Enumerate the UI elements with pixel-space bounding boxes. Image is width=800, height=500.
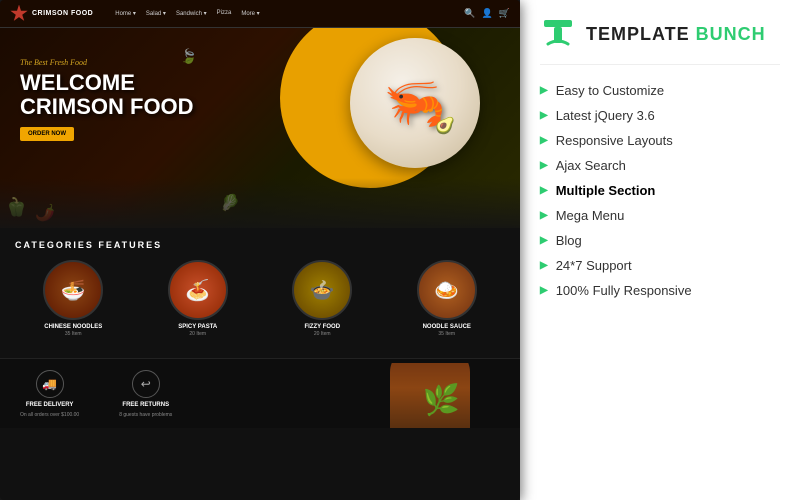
arrow-icon-5: ▶ xyxy=(540,185,548,196)
site-logo-icon xyxy=(10,5,28,23)
feature-item-4: ▶ Ajax Search xyxy=(540,158,780,173)
feature-text-6: Mega Menu xyxy=(556,208,625,223)
feature-text-1: Easy to Customize xyxy=(556,83,664,98)
hero-content: The Best Fresh Food WELCOME CRIMSON FOOD… xyxy=(20,58,194,141)
category-count-1: 35 Item xyxy=(65,331,82,337)
arrow-icon-8: ▶ xyxy=(540,260,548,271)
nav-icons-group: 🔍 👤 🛒 xyxy=(464,8,510,19)
category-food-icon-1: 🍜 xyxy=(45,262,101,318)
category-food-icon-3: 🍲 xyxy=(294,262,350,318)
category-name-3: FIZZY FOOD xyxy=(304,324,340,330)
feature-item-3: ▶ Responsive Layouts xyxy=(540,133,780,148)
site-logo-text: CRIMSON FOOD xyxy=(32,10,93,17)
delivery-desc-1: On all orders over $100.00 xyxy=(20,412,79,418)
category-count-3: 20 Item xyxy=(314,331,331,337)
category-plate-4: 🍛 xyxy=(417,260,477,320)
feature-item-8: ▶ 24*7 Support xyxy=(540,258,780,273)
hand-decoration: 🌿 xyxy=(380,363,480,428)
hero-title: WELCOME CRIMSON FOOD xyxy=(20,71,194,119)
nav-link-pizza[interactable]: Pizza xyxy=(217,10,232,17)
website-preview: CRIMSON FOOD Home ▾ Salad ▾ Sandwich ▾ P… xyxy=(0,0,520,500)
nav-link-home[interactable]: Home ▾ xyxy=(115,10,136,17)
category-food-icon-4: 🍛 xyxy=(419,262,475,318)
arrow-icon-2: ▶ xyxy=(540,110,548,121)
nav-link-sandwich[interactable]: Sandwich ▾ xyxy=(176,10,207,17)
returns-icon: ↩ xyxy=(132,370,160,398)
feature-text-8: 24*7 Support xyxy=(556,258,632,273)
user-icon[interactable]: 👤 xyxy=(482,8,493,19)
categories-grid: 🍜 CHINESE NOODLES 35 Item 🍝 SPICY PASTA … xyxy=(15,260,505,337)
feature-item-5: ▶ Multiple Section xyxy=(540,183,780,198)
nav-link-salad[interactable]: Salad ▾ xyxy=(146,10,166,17)
feature-text-7: Blog xyxy=(556,233,582,248)
feature-text-3: Responsive Layouts xyxy=(556,133,673,148)
arrow-icon-4: ▶ xyxy=(540,160,548,171)
category-name-1: CHINESE NOODLES xyxy=(44,324,102,330)
delivery-truck-icon: 🚚 xyxy=(36,370,64,398)
feature-item-9: ▶ 100% Fully Responsive xyxy=(540,283,780,298)
bottom-strip: 🚚 FREE DELIVERY On all orders over $100.… xyxy=(0,358,520,428)
right-panel: TEMPLATE BUNCH ▶ Easy to Customize ▶ Lat… xyxy=(520,0,800,500)
feature-item-1: ▶ Easy to Customize xyxy=(540,83,780,98)
arrow-icon-7: ▶ xyxy=(540,235,548,246)
category-count-2: 20 Item xyxy=(189,331,206,337)
herb-icon: 🌿 xyxy=(423,383,460,418)
feature-item-2: ▶ Latest jQuery 3.6 xyxy=(540,108,780,123)
hero-food-plate: 🦐 🥑 xyxy=(350,38,490,178)
search-icon[interactable]: 🔍 xyxy=(464,8,475,19)
category-count-4: 35 Item xyxy=(438,331,455,337)
hero-subtitle: The Best Fresh Food xyxy=(20,58,194,67)
brand-name-text: TEMPLATE BUNCH xyxy=(586,24,766,45)
order-now-button[interactable]: ORDER NOW xyxy=(20,127,74,141)
garnish-icon: 🥑 xyxy=(435,116,455,136)
delivery-title-2: FREE RETURNS xyxy=(122,402,169,408)
feature-text-9: 100% Fully Responsive xyxy=(556,283,692,298)
feature-text-5: Multiple Section xyxy=(556,183,656,198)
plate-circle: 🦐 🥑 xyxy=(350,38,480,168)
feature-item-7: ▶ Blog xyxy=(540,233,780,248)
category-item-4: 🍛 NOODLE SAUCE 35 Item xyxy=(389,260,506,337)
category-item-1: 🍜 CHINESE NOODLES 35 Item xyxy=(15,260,132,337)
categories-title: CATEGORIES FEATURES xyxy=(15,240,505,250)
cart-icon[interactable]: 🛒 xyxy=(499,8,510,19)
brand-name-part2: BUNCH xyxy=(690,24,766,44)
brand-name-part1: TEMPLATE xyxy=(586,24,690,44)
category-food-icon-2: 🍝 xyxy=(170,262,226,318)
categories-section: CATEGORIES FEATURES 🍜 CHINESE NOODLES 35… xyxy=(0,228,520,358)
feature-list: ▶ Easy to Customize ▶ Latest jQuery 3.6 … xyxy=(540,83,780,298)
delivery-item-1: 🚚 FREE DELIVERY On all orders over $100.… xyxy=(20,370,79,418)
category-plate-3: 🍲 xyxy=(292,260,352,320)
arrow-icon-9: ▶ xyxy=(540,285,548,296)
nav-link-more[interactable]: More ▾ xyxy=(241,10,259,17)
feature-text-4: Ajax Search xyxy=(556,158,626,173)
delivery-title-1: FREE DELIVERY xyxy=(26,402,73,408)
category-name-4: NOODLE SAUCE xyxy=(423,324,471,330)
hero-title-line1: WELCOME xyxy=(20,71,194,95)
hero-section: 🫑 🌶️ 🍃 🥬 The Best Fresh Food WELCOME CRI… xyxy=(0,28,520,228)
feature-item-6: ▶ Mega Menu xyxy=(540,208,780,223)
arrow-icon-6: ▶ xyxy=(540,210,548,221)
hero-title-line2: CRIMSON FOOD xyxy=(20,95,194,119)
hero-gradient-overlay xyxy=(0,178,520,228)
category-item-2: 🍝 SPICY PASTA 20 Item xyxy=(140,260,257,337)
nav-links-container: Home ▾ Salad ▾ Sandwich ▾ Pizza More ▾ xyxy=(115,10,259,17)
brand-logo-icon xyxy=(540,16,576,52)
delivery-desc-2: 8 guests have problems xyxy=(119,412,172,418)
delivery-item-2: ↩ FREE RETURNS 8 guests have problems xyxy=(119,370,172,418)
site-navigation: CRIMSON FOOD Home ▾ Salad ▾ Sandwich ▾ P… xyxy=(0,0,520,28)
category-plate-2: 🍝 xyxy=(168,260,228,320)
arrow-icon-3: ▶ xyxy=(540,135,548,146)
category-item-3: 🍲 FIZZY FOOD 20 Item xyxy=(264,260,381,337)
site-logo: CRIMSON FOOD xyxy=(10,5,93,23)
category-plate-1: 🍜 xyxy=(43,260,103,320)
category-name-2: SPICY PASTA xyxy=(178,324,217,330)
feature-text-2: Latest jQuery 3.6 xyxy=(556,108,655,123)
brand-header: TEMPLATE BUNCH xyxy=(540,16,780,65)
arrow-icon-1: ▶ xyxy=(540,85,548,96)
